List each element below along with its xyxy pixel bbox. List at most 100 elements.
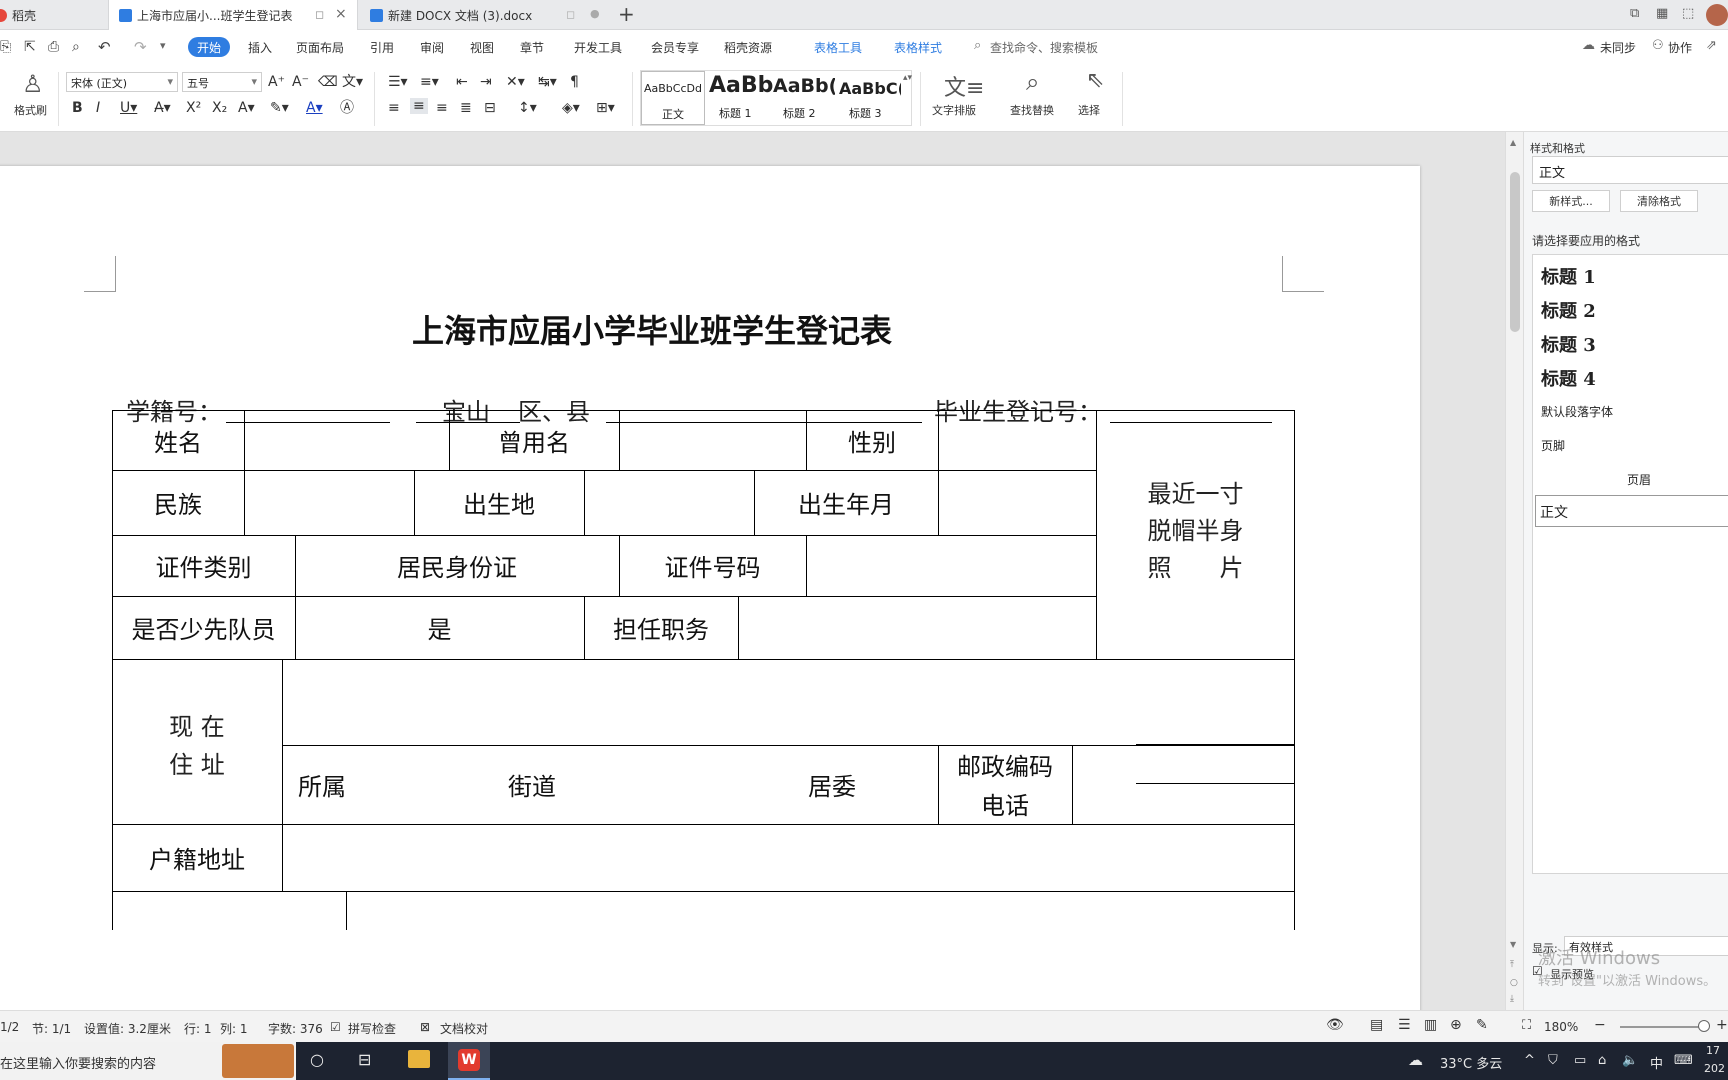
menu-item-member[interactable]: 会员专享 bbox=[651, 39, 699, 56]
zoom-out-icon[interactable]: − bbox=[1594, 1017, 1606, 1033]
distribute-icon[interactable]: ⊟ bbox=[484, 100, 496, 116]
tab-daoke[interactable]: 稻壳 bbox=[0, 0, 108, 30]
web-view-icon[interactable]: ⊕ bbox=[1450, 1017, 1462, 1033]
outline-view-icon[interactable]: ☰ bbox=[1398, 1017, 1411, 1033]
grow-font-icon[interactable]: A⁺ bbox=[268, 74, 285, 90]
fit-page-icon[interactable]: ⛶ bbox=[1522, 1018, 1531, 1033]
skin-icon[interactable]: ⬚ bbox=[1682, 6, 1694, 21]
grid-apps-icon[interactable]: ▦ bbox=[1656, 6, 1668, 21]
tab-new-docx[interactable]: 新建 DOCX 文档 (3).docx ◻ ● bbox=[360, 0, 610, 30]
align-center-icon[interactable]: ≡ bbox=[410, 98, 428, 114]
menu-item-daoke-resources[interactable]: 稻壳资源 bbox=[724, 39, 772, 56]
comment-icon[interactable]: ◻ bbox=[315, 8, 324, 21]
text-effect-icon[interactable]: A▾ bbox=[238, 100, 255, 116]
new-style-button[interactable]: 新样式... bbox=[1532, 190, 1610, 212]
file-explorer-icon[interactable] bbox=[408, 1050, 430, 1068]
menu-item-table-tools[interactable]: 表格工具 bbox=[814, 39, 862, 56]
weather-text[interactable]: 33°C 多云 bbox=[1440, 1053, 1502, 1072]
zoom-in-icon[interactable]: + bbox=[1716, 1017, 1728, 1033]
command-search[interactable]: 查找命令、搜索模板 bbox=[990, 39, 1098, 56]
proof-icon[interactable]: ⊠ bbox=[420, 1020, 430, 1034]
collab-button[interactable]: 协作 bbox=[1668, 39, 1692, 56]
zoom-slider[interactable] bbox=[1620, 1026, 1702, 1028]
prev-page-icon[interactable]: ⤒ bbox=[1510, 960, 1514, 970]
style-heading-1[interactable]: AaBb 标题 1 bbox=[707, 71, 773, 125]
char-border-icon[interactable]: Ⓐ bbox=[340, 100, 354, 116]
format-painter-icon[interactable]: ♙ bbox=[22, 70, 44, 98]
word-count[interactable]: 字数: 376 bbox=[268, 1020, 323, 1037]
reading-view-icon[interactable]: ▥ bbox=[1424, 1017, 1437, 1033]
undo-icon[interactable]: ↶ bbox=[98, 38, 111, 56]
phonetic-icon[interactable]: 文▾ bbox=[342, 74, 363, 90]
current-style-field[interactable]: 正文 bbox=[1532, 156, 1728, 184]
cortana-icon[interactable]: ○ bbox=[310, 1050, 324, 1069]
volume-icon[interactable]: 🔈 bbox=[1622, 1053, 1638, 1068]
decrease-indent-icon[interactable]: ⇤ bbox=[456, 74, 468, 90]
eye-protect-icon[interactable]: 👁 bbox=[1326, 1017, 1344, 1033]
menu-item-review[interactable]: 审阅 bbox=[420, 39, 444, 56]
style-item-default-font[interactable]: 默认段落字体 bbox=[1541, 403, 1613, 420]
tab-document-active[interactable]: 上海市应届小...班学生登记表 ◻ × bbox=[108, 0, 358, 30]
redo-icon[interactable]: ↷ bbox=[134, 38, 147, 56]
bullet-list-icon[interactable]: ☰▾ bbox=[388, 74, 408, 90]
justify-icon[interactable]: ≣ bbox=[460, 100, 472, 116]
line-spacing-icon[interactable]: ↕▾ bbox=[518, 100, 537, 116]
borders-icon[interactable]: ⊞▾ bbox=[596, 100, 615, 116]
style-item-heading-2[interactable]: 标题 2 bbox=[1541, 297, 1596, 323]
file-icon[interactable]: ⎘ bbox=[0, 39, 11, 55]
comment-icon[interactable]: ◻ bbox=[566, 8, 575, 21]
menu-item-dev-tools[interactable]: 开发工具 bbox=[574, 39, 622, 56]
select-label[interactable]: 选择 bbox=[1078, 102, 1100, 118]
doc-proof[interactable]: 文档校对 bbox=[440, 1020, 488, 1037]
font-color-icon[interactable]: A▾ bbox=[306, 100, 323, 116]
zoom-slider-thumb[interactable] bbox=[1698, 1020, 1710, 1032]
menu-item-references[interactable]: 引用 bbox=[370, 39, 394, 56]
spell-check-icon[interactable]: ☑ bbox=[330, 1020, 341, 1034]
font-name-select[interactable]: 宋体 (正文) ▾ bbox=[66, 72, 178, 92]
bold-icon[interactable]: B bbox=[72, 100, 83, 116]
panel-title[interactable]: 样式和格式 bbox=[1530, 140, 1585, 156]
style-heading-2[interactable]: AaBb( 标题 2 bbox=[771, 71, 835, 125]
style-heading-3[interactable]: AaBbC( 标题 3 bbox=[837, 71, 901, 125]
text-layout-label[interactable]: 文字排版 bbox=[932, 102, 976, 118]
wps-taskbar-button[interactable]: W bbox=[448, 1042, 490, 1080]
vertical-scrollbar[interactable]: ▲ ▼ ⤒ ○ ⤓ bbox=[1505, 132, 1523, 1010]
subscript-icon[interactable]: X₂ bbox=[212, 100, 227, 116]
new-tab-plus-icon[interactable]: + bbox=[618, 2, 635, 26]
clear-format-button[interactable]: 清除格式 bbox=[1620, 190, 1698, 212]
close-tab-icon[interactable]: × bbox=[335, 6, 347, 22]
style-item-normal[interactable]: 正文 bbox=[1535, 495, 1728, 527]
share-icon[interactable]: ⇗ bbox=[1706, 38, 1717, 53]
browse-object-icon[interactable]: ○ bbox=[1510, 978, 1518, 988]
text-direction-icon[interactable]: ↹▾ bbox=[538, 74, 557, 90]
export-icon[interactable]: ⇱ bbox=[24, 39, 36, 55]
clock-date[interactable]: 202 bbox=[1704, 1062, 1725, 1075]
superscript-icon[interactable]: X² bbox=[186, 100, 201, 116]
page-indicator[interactable]: 1/2 bbox=[0, 1020, 19, 1034]
keyboard-icon[interactable]: ⌨ bbox=[1674, 1053, 1693, 1068]
increase-indent-icon[interactable]: ⇥ bbox=[480, 74, 492, 90]
underline-icon[interactable]: U▾ bbox=[120, 100, 137, 116]
shading-icon[interactable]: ◈▾ bbox=[562, 100, 580, 116]
ime-indicator[interactable]: 中 bbox=[1650, 1053, 1663, 1072]
show-marks-icon[interactable]: ¶ bbox=[570, 74, 579, 90]
taskbar-search[interactable]: 在这里输入你要搜索的内容 bbox=[0, 1042, 296, 1080]
avatar[interactable] bbox=[1706, 4, 1728, 26]
print-icon[interactable]: ⎙ bbox=[48, 39, 59, 55]
scroll-up-icon[interactable]: ▲ bbox=[1510, 138, 1516, 147]
print-preview-icon[interactable]: ⌕ bbox=[72, 39, 80, 55]
zoom-level[interactable]: 180% bbox=[1544, 1020, 1578, 1034]
write-mode-icon[interactable]: ✎ bbox=[1476, 1017, 1488, 1033]
align-right-icon[interactable]: ≡ bbox=[436, 100, 448, 116]
network-icon[interactable]: ⌂ bbox=[1598, 1053, 1606, 1068]
style-item-heading-3[interactable]: 标题 3 bbox=[1541, 331, 1596, 357]
menu-item-view[interactable]: 视图 bbox=[470, 39, 494, 56]
highlight-icon[interactable]: ✎▾ bbox=[270, 100, 289, 116]
tray-expand-icon[interactable]: ^ bbox=[1524, 1053, 1535, 1068]
style-item-header[interactable]: 页眉 bbox=[1627, 471, 1651, 488]
spell-check[interactable]: 拼写检查 bbox=[348, 1020, 396, 1037]
menu-item-chapter[interactable]: 章节 bbox=[520, 39, 544, 56]
style-normal[interactable]: AaBbCcDd 正文 bbox=[641, 71, 705, 125]
display-icon[interactable]: ▭ bbox=[1574, 1053, 1586, 1068]
menu-item-insert[interactable]: 插入 bbox=[248, 39, 272, 56]
